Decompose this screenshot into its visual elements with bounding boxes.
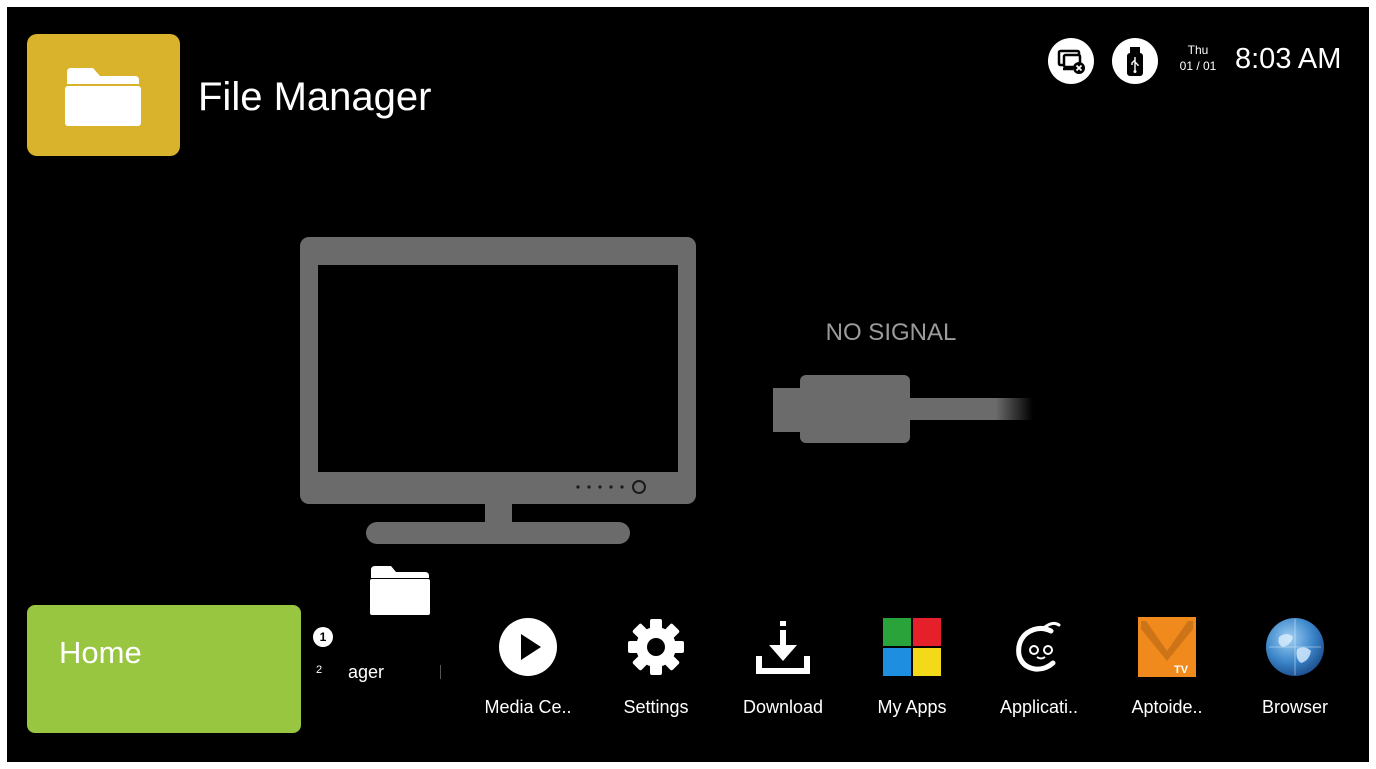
applications-icon <box>1016 621 1061 672</box>
file-manager-label-partial[interactable]: nager <box>347 660 447 684</box>
no-signal-illustration <box>300 237 1033 544</box>
my-apps-icon <box>883 618 941 676</box>
divider <box>440 665 441 679</box>
folder-icon <box>370 566 430 615</box>
aptoide-icon: TV <box>1138 617 1196 677</box>
download-icon <box>756 621 810 674</box>
dock-item-label: Aptoide.. <box>1131 697 1203 717</box>
tv-launcher-screen: File Manager Thu 01 / 01 8:03 AM NO SIGN… <box>7 7 1369 762</box>
dock-item-label: Applicati.. <box>999 697 1079 717</box>
settings-icon <box>628 619 684 675</box>
svg-text:TV: TV <box>1174 664 1189 676</box>
dock-item-browser[interactable]: Browser <box>1240 617 1350 727</box>
media-center-icon <box>499 618 557 676</box>
dock-item-label: Media Ce.. <box>484 697 572 717</box>
dock-item-label: My Apps <box>877 697 947 717</box>
notification-badge: 1 <box>313 627 333 647</box>
home-label: Home <box>59 635 142 670</box>
dock-item-applications[interactable]: Applicati.. <box>984 617 1094 727</box>
dock-item-label: Browser <box>1261 697 1328 717</box>
dock-item-label: Settings <box>623 697 689 717</box>
dock-item-aptoide[interactable]: TV Aptoide.. <box>1112 617 1222 727</box>
browser-icon <box>1266 618 1324 676</box>
home-tile[interactable]: Home <box>27 605 301 733</box>
dock-item-download[interactable]: Download <box>728 617 838 727</box>
hdmi-cable-icon <box>773 375 1033 443</box>
dock-item-label: Download <box>742 697 824 717</box>
dock-item-media-center[interactable]: Media Ce.. <box>473 617 583 727</box>
tv-monitor-icon <box>300 237 696 544</box>
page-number: 2 <box>316 664 323 676</box>
dock-item-my-apps[interactable]: My Apps <box>857 617 967 727</box>
dock-item-settings[interactable]: Settings <box>601 617 711 727</box>
no-signal-text: NO SIGNAL <box>825 319 957 346</box>
